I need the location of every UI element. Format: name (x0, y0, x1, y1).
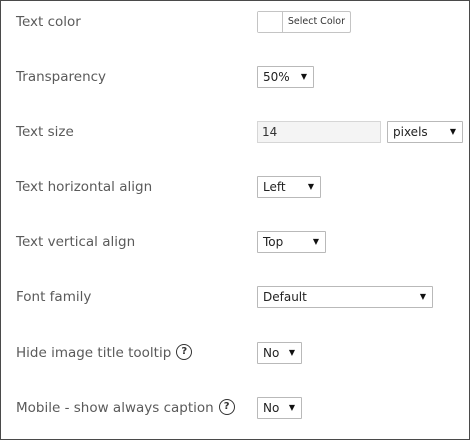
row-hide-image-title-tooltip: Hide image title tooltip? No ▼ (1, 338, 469, 368)
row-font-family: Font family Default ▼ (1, 282, 469, 312)
color-swatch (258, 12, 283, 32)
text-vertical-align-label: Text vertical align (16, 234, 136, 250)
text-size-unit-value: pixels (393, 125, 428, 139)
row-text-size: Text size 14 pixels ▼ (1, 117, 469, 147)
text-size-label: Text size (16, 124, 74, 140)
mobile-caption-select[interactable]: No ▼ (257, 397, 302, 419)
transparency-value: 50% (263, 70, 290, 84)
hide-tooltip-label-wrap: Hide image title tooltip? (16, 338, 193, 368)
text-horizontal-align-select[interactable]: Left ▼ (257, 176, 321, 198)
caption-settings-panel: Text color Select Color Transparency 50%… (0, 0, 470, 440)
row-mobile-show-caption: Mobile - show always caption? No ▼ (1, 393, 469, 423)
transparency-select[interactable]: 50% ▼ (257, 66, 314, 88)
chevron-down-icon: ▼ (288, 403, 295, 412)
chevron-down-icon: ▼ (419, 292, 426, 301)
transparency-label: Transparency (16, 69, 107, 85)
chevron-down-icon: ▼ (300, 72, 307, 81)
chevron-down-icon: ▼ (307, 182, 314, 191)
row-text-vertical-align: Text vertical align Top ▼ (1, 227, 469, 257)
mobile-caption-label-wrap: Mobile - show always caption? (16, 393, 235, 423)
help-icon[interactable]: ? (218, 399, 235, 415)
font-family-select[interactable]: Default ▼ (257, 286, 433, 308)
row-transparency: Transparency 50% ▼ (1, 62, 469, 92)
text-size-input[interactable]: 14 (257, 121, 381, 143)
text-vertical-align-select[interactable]: Top ▼ (257, 231, 326, 253)
font-family-label: Font family (16, 289, 92, 305)
select-color-label: Select Color (287, 16, 345, 27)
text-horizontal-align-value: Left (263, 180, 286, 194)
row-text-color: Text color Select Color (1, 7, 469, 37)
text-size-unit-select[interactable]: pixels ▼ (387, 121, 463, 143)
mobile-caption-label: Mobile - show always caption (16, 400, 214, 416)
text-color-label: Text color (16, 14, 81, 30)
text-size-value: 14 (262, 125, 278, 139)
font-family-value: Default (263, 290, 307, 304)
text-horizontal-align-label: Text horizontal align (16, 179, 153, 195)
hide-tooltip-value: No (263, 346, 280, 360)
text-vertical-align-value: Top (263, 235, 284, 249)
help-icon[interactable]: ? (176, 344, 193, 360)
hide-tooltip-select[interactable]: No ▼ (257, 342, 302, 364)
chevron-down-icon: ▼ (288, 348, 295, 357)
mobile-caption-value: No (263, 401, 280, 415)
chevron-down-icon: ▼ (449, 127, 456, 136)
row-text-horizontal-align: Text horizontal align Left ▼ (1, 172, 469, 202)
hide-tooltip-label: Hide image title tooltip (16, 345, 172, 361)
select-color-button[interactable]: Select Color (257, 11, 351, 33)
chevron-down-icon: ▼ (312, 237, 319, 246)
